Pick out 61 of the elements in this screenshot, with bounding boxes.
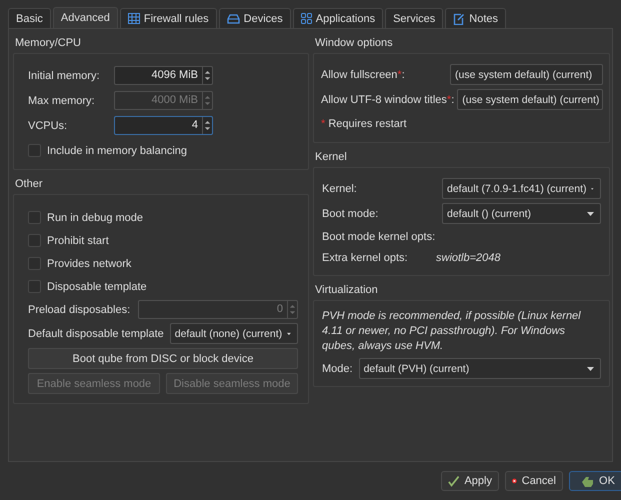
- field-label: Initial memory:: [28, 70, 101, 82]
- field-label: Extra kernel opts:: [322, 252, 409, 264]
- group-title: Other: [14, 177, 44, 192]
- dropdown[interactable]: (use system default) (current): [450, 64, 603, 85]
- spin-arrows-icon[interactable]: [202, 67, 212, 84]
- tab[interactable]: Applications: [292, 8, 384, 28]
- field-label: Kernel:: [322, 182, 358, 194]
- field-label: Allow UTF-8 window titles*:: [321, 94, 454, 106]
- caret-icon: [587, 366, 594, 370]
- apps-icon: [300, 13, 312, 24]
- checkbox[interactable]: [28, 257, 41, 270]
- field-label: Boot mode kernel opts:: [322, 230, 436, 242]
- tab[interactable]: Notes: [445, 8, 506, 28]
- checkbox-label: Prohibit start: [47, 234, 109, 246]
- checkbox-label: Include in memory balancing: [47, 144, 188, 156]
- field-label: VCPUs:: [28, 120, 68, 132]
- drive-icon: [226, 14, 240, 24]
- group-title: Window options: [314, 36, 394, 51]
- group-title: Memory/CPU: [14, 36, 82, 51]
- group-title: Virtualization: [314, 283, 379, 298]
- field-label: Mode:: [322, 362, 353, 374]
- spin-arrows-icon[interactable]: [202, 117, 212, 134]
- checkbox[interactable]: [28, 280, 41, 293]
- dropdown[interactable]: (use system default) (current): [457, 89, 603, 110]
- tab[interactable]: Basic: [8, 8, 51, 28]
- dialog-button[interactable]: Apply: [441, 471, 499, 491]
- note-edit-icon: [453, 12, 466, 24]
- grid-icon: [128, 13, 140, 24]
- spin-field[interactable]: 4: [114, 116, 213, 135]
- kernel-opts-value: swiotlb=2048: [436, 252, 501, 264]
- checkbox[interactable]: [28, 144, 41, 157]
- field-label: Allow fullscreen*:: [321, 68, 406, 80]
- group-title: Kernel: [314, 150, 348, 165]
- field-label: Boot mode:: [322, 208, 380, 220]
- dropdown[interactable]: default (none) (current): [170, 323, 298, 344]
- tab[interactable]: Devices: [218, 8, 291, 28]
- tab[interactable]: Services: [385, 8, 444, 28]
- field-label: Max memory:: [28, 94, 96, 106]
- caret-icon: [591, 186, 594, 190]
- tab[interactable]: Advanced: [52, 7, 118, 28]
- check-icon: [448, 475, 460, 487]
- checkbox-label: Run in debug mode: [47, 212, 144, 224]
- dropdown[interactable]: default () (current): [442, 203, 601, 224]
- checkbox-label: Provides network: [47, 258, 132, 270]
- caret-icon: [287, 332, 291, 336]
- hand-icon: [581, 476, 594, 486]
- tab[interactable]: Firewall rules: [120, 8, 217, 28]
- checkbox[interactable]: [28, 211, 41, 224]
- dropdown[interactable]: default (PVH) (current): [358, 358, 601, 379]
- checkbox[interactable]: [28, 234, 41, 247]
- checkbox-label: Disposable template: [47, 280, 147, 292]
- field-label: Preload disposables:: [28, 304, 132, 316]
- spin-field[interactable]: 4096 MiB: [114, 66, 213, 85]
- dialog-button[interactable]: OK: [569, 471, 621, 491]
- caret-icon: [587, 212, 594, 216]
- hint-text: PVH mode is recommended, if possible (Linux kernel 4.11 or newer, no PCI passthrough). For Windows qubes, always use HVM.: [322, 309, 582, 354]
- restart-note: * Requires restart: [321, 118, 407, 130]
- dialog-button[interactable]: Cancel: [505, 471, 563, 491]
- dropdown[interactable]: default (7.0.9-1.fc41) (current): [442, 178, 601, 199]
- field-label: Default disposable template: [28, 328, 164, 340]
- boot-button[interactable]: Boot qube from DISC or block device: [28, 348, 298, 369]
